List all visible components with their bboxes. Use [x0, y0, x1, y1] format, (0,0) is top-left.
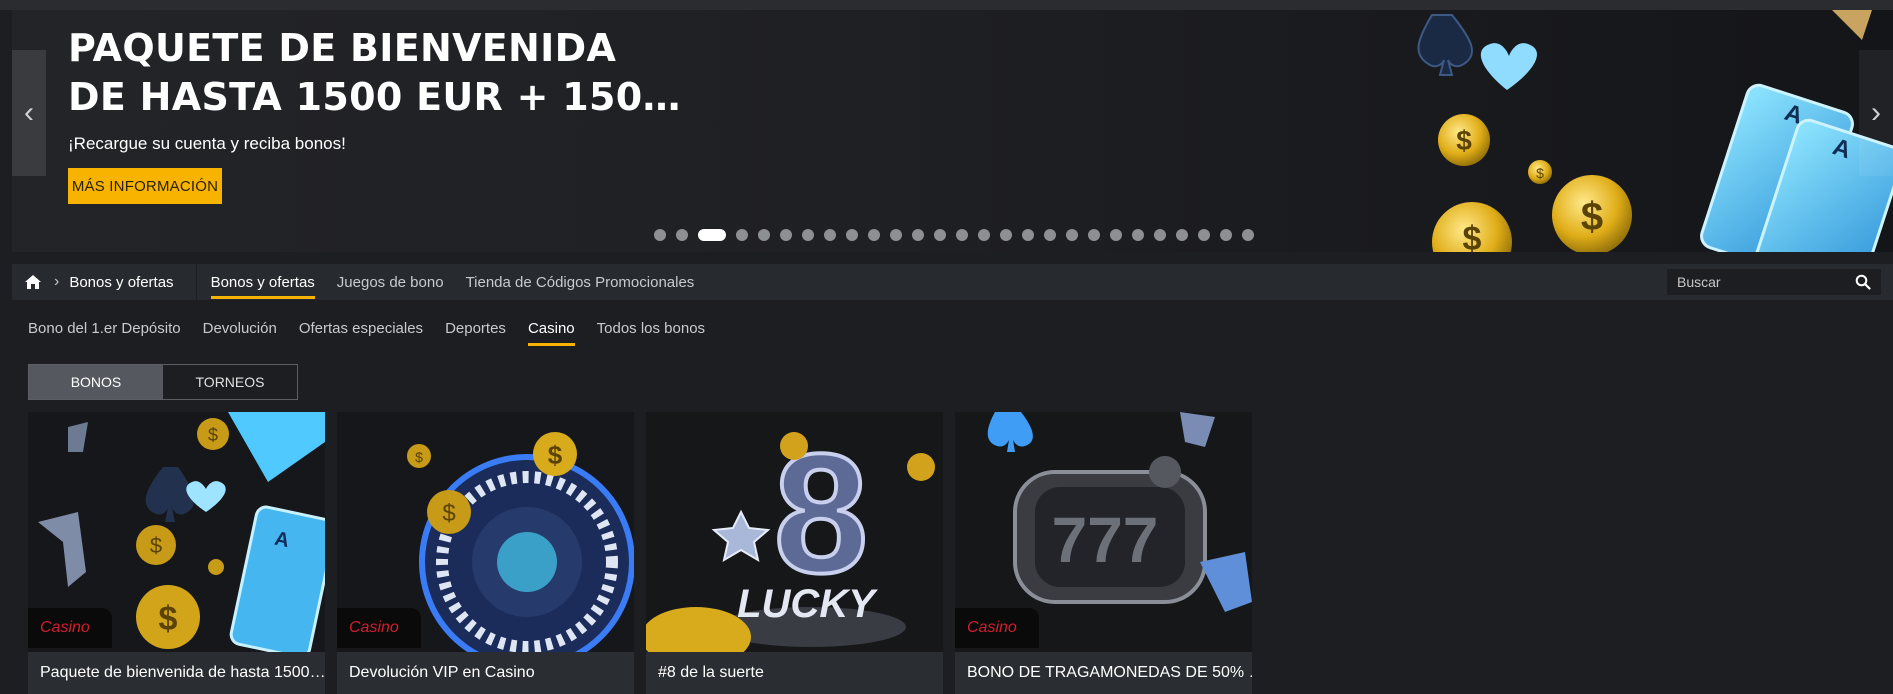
- card-category-badge: Casino: [955, 608, 1039, 648]
- bonus-card[interactable]: $ $ $ Casino Devolución VIP en Casino: [337, 412, 634, 694]
- hero-title: PAQUETE DE BIENVENIDA DE HASTA 1500 EUR …: [68, 24, 681, 122]
- bonos-torneos-toggle: BONOS TORNEOS: [28, 364, 298, 400]
- carousel-dot[interactable]: [1154, 229, 1166, 241]
- bonus-card[interactable]: 8 LUCKY #8 de la suerte: [646, 412, 943, 694]
- chevron-right-icon: ›: [54, 273, 60, 290]
- top-strip: [0, 0, 1893, 10]
- carousel-dot[interactable]: [1110, 229, 1122, 241]
- hero-illustration: $ $ $ $ A A: [1417, 10, 1893, 252]
- svg-text:LUCKY: LUCKY: [737, 582, 878, 626]
- card-category-badge: Casino: [28, 608, 112, 648]
- carousel-dot[interactable]: [934, 229, 946, 241]
- carousel-dot[interactable]: [956, 229, 968, 241]
- bonus-card[interactable]: $ $ $ A Casino Paquete de bienvenida de …: [28, 412, 325, 694]
- carousel-dot[interactable]: [1132, 229, 1144, 241]
- hero-title-line-2: DE HASTA 1500 EUR + 150…: [68, 75, 681, 119]
- bonus-category-tabs: Bono del 1.er Depósito Devolución Oferta…: [28, 310, 705, 346]
- carousel-dot[interactable]: [890, 229, 902, 241]
- card-title[interactable]: BONO DE TRAGAMONEDAS DE 50% …: [955, 652, 1252, 694]
- bonus-card-list: $ $ $ A Casino Paquete de bienvenida de …: [28, 412, 1252, 694]
- subtab-devolucion[interactable]: Devolución: [203, 310, 277, 346]
- carousel-dot[interactable]: [1066, 229, 1078, 241]
- chevron-left-icon: ‹: [24, 96, 34, 129]
- carousel-dot[interactable]: [758, 229, 770, 241]
- card-title[interactable]: Paquete de bienvenida de hasta 1500…: [28, 652, 325, 694]
- section-navbar: › Bonos y ofertas Bonos y ofertas Juegos…: [12, 264, 1893, 300]
- bonus-card[interactable]: 777 Casino BONO DE TRAGAMONEDAS DE 50% …: [955, 412, 1252, 694]
- carousel-dot[interactable]: [1088, 229, 1100, 241]
- hero-prev-button[interactable]: ‹: [12, 50, 46, 176]
- subtab-casino[interactable]: Casino: [527, 310, 575, 346]
- search-input[interactable]: [1677, 274, 1847, 290]
- subtab-deportes[interactable]: Deportes: [445, 310, 506, 346]
- carousel-dot[interactable]: [1176, 229, 1188, 241]
- card-category-badge: Casino: [337, 608, 421, 648]
- subtab-primer-deposito[interactable]: Bono del 1.er Depósito: [28, 310, 181, 346]
- carousel-dot[interactable]: [1000, 229, 1012, 241]
- toggle-torneos[interactable]: TORNEOS: [163, 365, 297, 399]
- carousel-dot[interactable]: [912, 229, 924, 241]
- carousel-dot[interactable]: [824, 229, 836, 241]
- carousel-dot[interactable]: [736, 229, 748, 241]
- hero-banner: $ $ $ $ A A ‹ › PAQUETE DE BIENVENIDA DE…: [12, 10, 1893, 252]
- toggle-bonos[interactable]: BONOS: [29, 365, 163, 399]
- carousel-dot[interactable]: [698, 229, 726, 241]
- carousel-dot[interactable]: [1022, 229, 1034, 241]
- svg-text:$: $: [1581, 195, 1603, 239]
- search-icon[interactable]: [1855, 274, 1871, 290]
- svg-text:$: $: [548, 440, 563, 470]
- carousel-dot[interactable]: [676, 229, 688, 241]
- breadcrumb-current[interactable]: Bonos y ofertas: [69, 274, 183, 291]
- carousel-dot[interactable]: [654, 229, 666, 241]
- card-illustration: 8 LUCKY: [646, 412, 943, 652]
- search-box: [1667, 269, 1881, 295]
- carousel-dot[interactable]: [802, 229, 814, 241]
- subtab-ofertas-especiales[interactable]: Ofertas especiales: [299, 310, 423, 346]
- carousel-dot[interactable]: [868, 229, 880, 241]
- svg-text:$: $: [1536, 165, 1544, 181]
- svg-text:$: $: [1456, 125, 1472, 156]
- chevron-right-icon: ›: [1871, 96, 1881, 129]
- carousel-dot[interactable]: [978, 229, 990, 241]
- svg-text:$: $: [208, 425, 218, 445]
- subtab-todos-los-bonos[interactable]: Todos los bonos: [597, 310, 705, 346]
- tab-tienda-codigos[interactable]: Tienda de Códigos Promocionales: [466, 264, 695, 300]
- carousel-dot[interactable]: [1198, 229, 1210, 241]
- nav-tabs: Bonos y ofertas Juegos de bono Tienda de…: [210, 264, 695, 300]
- more-info-button[interactable]: MÁS INFORMACIÓN: [68, 168, 222, 204]
- svg-text:777: 777: [1052, 504, 1159, 576]
- carousel-dot[interactable]: [1220, 229, 1232, 241]
- card-title[interactable]: Devolución VIP en Casino: [337, 652, 634, 694]
- carousel-dot[interactable]: [1044, 229, 1056, 241]
- hero-subtitle: ¡Recargue su cuenta y reciba bonos!: [68, 134, 346, 153]
- carousel-dots: [654, 229, 1254, 241]
- hero-next-button[interactable]: ›: [1859, 50, 1893, 176]
- svg-text:$: $: [415, 449, 423, 465]
- breadcrumb: › Bonos y ofertas: [12, 264, 197, 300]
- carousel-dot[interactable]: [1242, 229, 1254, 241]
- svg-text:$: $: [150, 533, 162, 558]
- home-icon[interactable]: [24, 273, 44, 291]
- svg-text:$: $: [159, 600, 178, 638]
- carousel-dot[interactable]: [780, 229, 792, 241]
- hero-title-line-1: PAQUETE DE BIENVENIDA: [68, 26, 617, 70]
- svg-text:$: $: [442, 500, 455, 527]
- carousel-dot[interactable]: [846, 229, 858, 241]
- svg-text:$: $: [1463, 220, 1482, 252]
- tab-juegos-de-bono[interactable]: Juegos de bono: [337, 264, 444, 300]
- card-title[interactable]: #8 de la suerte: [646, 652, 943, 694]
- tab-bonos-y-ofertas[interactable]: Bonos y ofertas: [210, 264, 316, 300]
